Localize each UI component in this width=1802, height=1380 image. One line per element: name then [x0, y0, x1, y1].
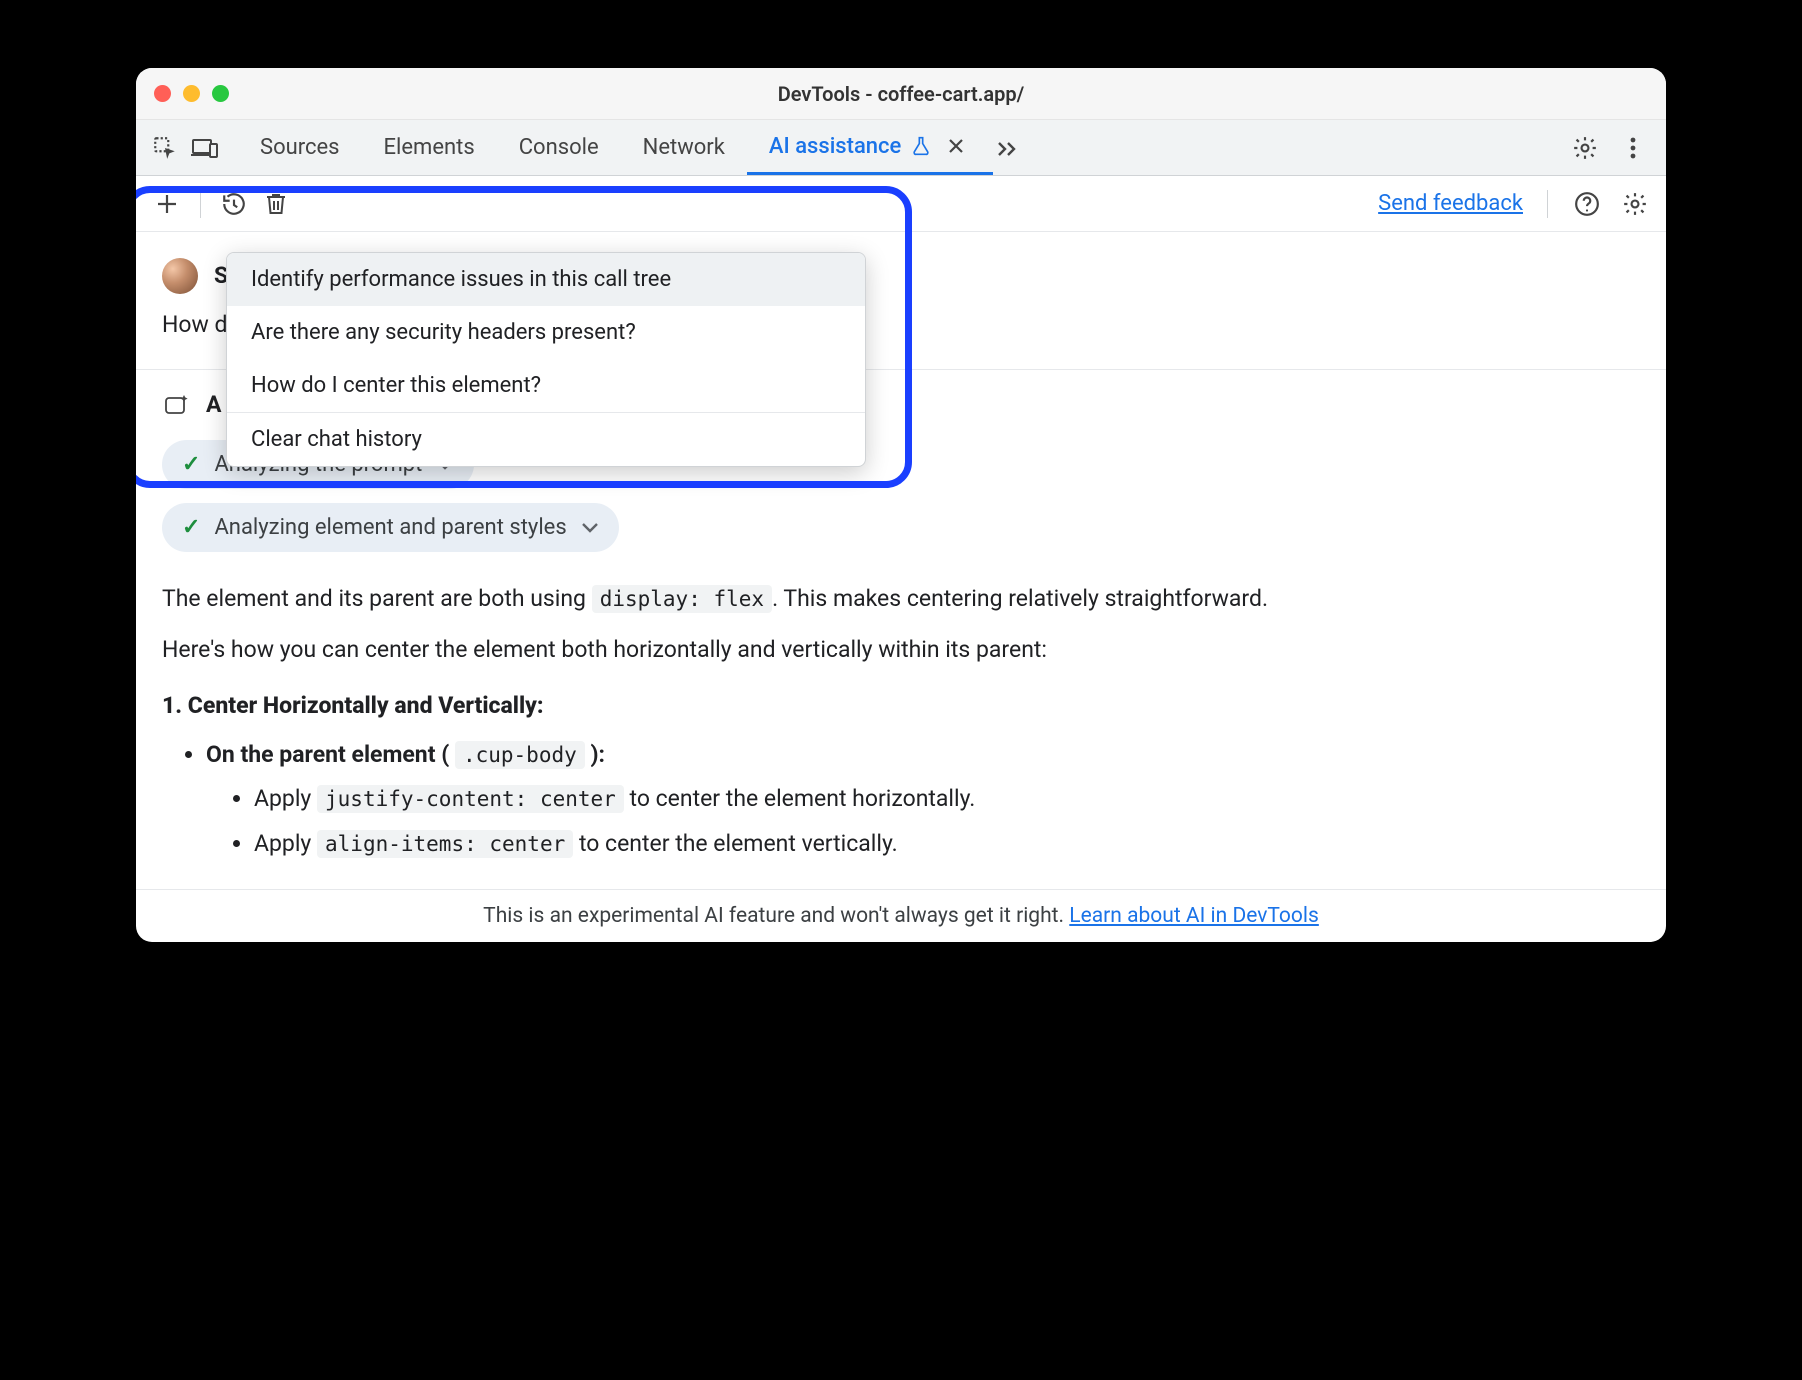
- window-title: DevTools - coffee-cart.app/: [136, 82, 1666, 106]
- analysis-pill[interactable]: ✓ Analyzing element and parent styles: [162, 503, 619, 552]
- code-inline: align-items: center: [317, 830, 573, 858]
- ai-disclaimer-footer: This is an experimental AI feature and w…: [136, 889, 1666, 942]
- history-item[interactable]: Are there any security headers present?: [227, 306, 865, 359]
- tab-label: Elements: [384, 135, 475, 160]
- check-icon: ✓: [182, 511, 200, 544]
- tab-label: Network: [643, 135, 725, 160]
- history-item[interactable]: Identify performance issues in this call…: [227, 253, 865, 306]
- send-feedback-link[interactable]: Send feedback: [1378, 191, 1523, 216]
- tab-ai-assistance[interactable]: AI assistance: [747, 120, 993, 175]
- tab-label: AI assistance: [769, 134, 901, 159]
- history-dropdown: Identify performance issues in this call…: [226, 252, 866, 467]
- tab-label: Sources: [260, 135, 340, 160]
- divider: [200, 190, 201, 218]
- history-item-label: Are there any security headers present?: [251, 320, 636, 345]
- chevron-down-icon: [581, 522, 599, 534]
- footer-text: This is an experimental AI feature and w…: [483, 904, 1069, 928]
- new-chat-icon[interactable]: [152, 189, 182, 219]
- more-tabs-icon[interactable]: [993, 133, 1023, 163]
- check-icon: ✓: [182, 448, 200, 481]
- ai-sparkle-icon: [162, 390, 192, 420]
- divider: [1547, 190, 1548, 218]
- tab-network[interactable]: Network: [621, 120, 747, 175]
- list-item: Apply align-items: center to center the …: [254, 827, 1640, 862]
- tab-sources[interactable]: Sources: [238, 120, 362, 175]
- bullet-list: On the parent element ( .cup-body ): App…: [162, 738, 1640, 862]
- delete-icon[interactable]: [261, 189, 291, 219]
- ai-panel-toolbar: Send feedback: [136, 176, 1666, 232]
- code-inline: display: flex: [592, 585, 772, 613]
- history-icon[interactable]: [219, 189, 249, 219]
- history-item-label: How do I center this element?: [251, 373, 541, 398]
- ai-label: A: [206, 388, 221, 423]
- titlebar: DevTools - coffee-cart.app/: [136, 68, 1666, 120]
- ai-paragraph: The element and its parent are both usin…: [162, 582, 1640, 617]
- help-icon[interactable]: [1572, 189, 1602, 219]
- list-item: Apply justify-content: center to center …: [254, 782, 1640, 817]
- pill-label: Analyzing element and parent styles: [214, 511, 566, 544]
- settings-gear-icon[interactable]: [1570, 133, 1600, 163]
- device-toolbar-icon[interactable]: [190, 133, 220, 163]
- code-inline: justify-content: center: [317, 785, 624, 813]
- clear-history-label: Clear chat history: [251, 427, 422, 452]
- tabbar: Sources Elements Console Network AI assi…: [136, 120, 1666, 176]
- panel-settings-icon[interactable]: [1620, 189, 1650, 219]
- tab-elements[interactable]: Elements: [362, 120, 497, 175]
- history-item[interactable]: How do I center this element?: [227, 359, 865, 412]
- devtools-window: DevTools - coffee-cart.app/ Sources Elem…: [136, 68, 1666, 942]
- kebab-menu-icon[interactable]: [1618, 133, 1648, 163]
- clear-history-item[interactable]: Clear chat history: [227, 413, 865, 466]
- sub-bullet-list: Apply justify-content: center to center …: [206, 782, 1640, 861]
- tab-label: Console: [519, 135, 599, 160]
- ai-heading: 1. Center Horizontally and Vertically:: [162, 689, 1640, 724]
- flask-icon: [911, 136, 931, 156]
- ai-paragraph: Here's how you can center the element bo…: [162, 633, 1640, 668]
- close-tab-icon[interactable]: [941, 131, 971, 161]
- history-item-label: Identify performance issues in this call…: [251, 267, 671, 292]
- panel-tabs: Sources Elements Console Network AI assi…: [238, 120, 1023, 175]
- inspect-element-icon[interactable]: [150, 133, 180, 163]
- user-avatar: [162, 258, 198, 294]
- learn-more-link[interactable]: Learn about AI in DevTools: [1069, 904, 1319, 928]
- code-inline: .cup-body: [455, 741, 585, 769]
- tab-console[interactable]: Console: [497, 120, 621, 175]
- list-item: On the parent element ( .cup-body ): App…: [206, 738, 1640, 862]
